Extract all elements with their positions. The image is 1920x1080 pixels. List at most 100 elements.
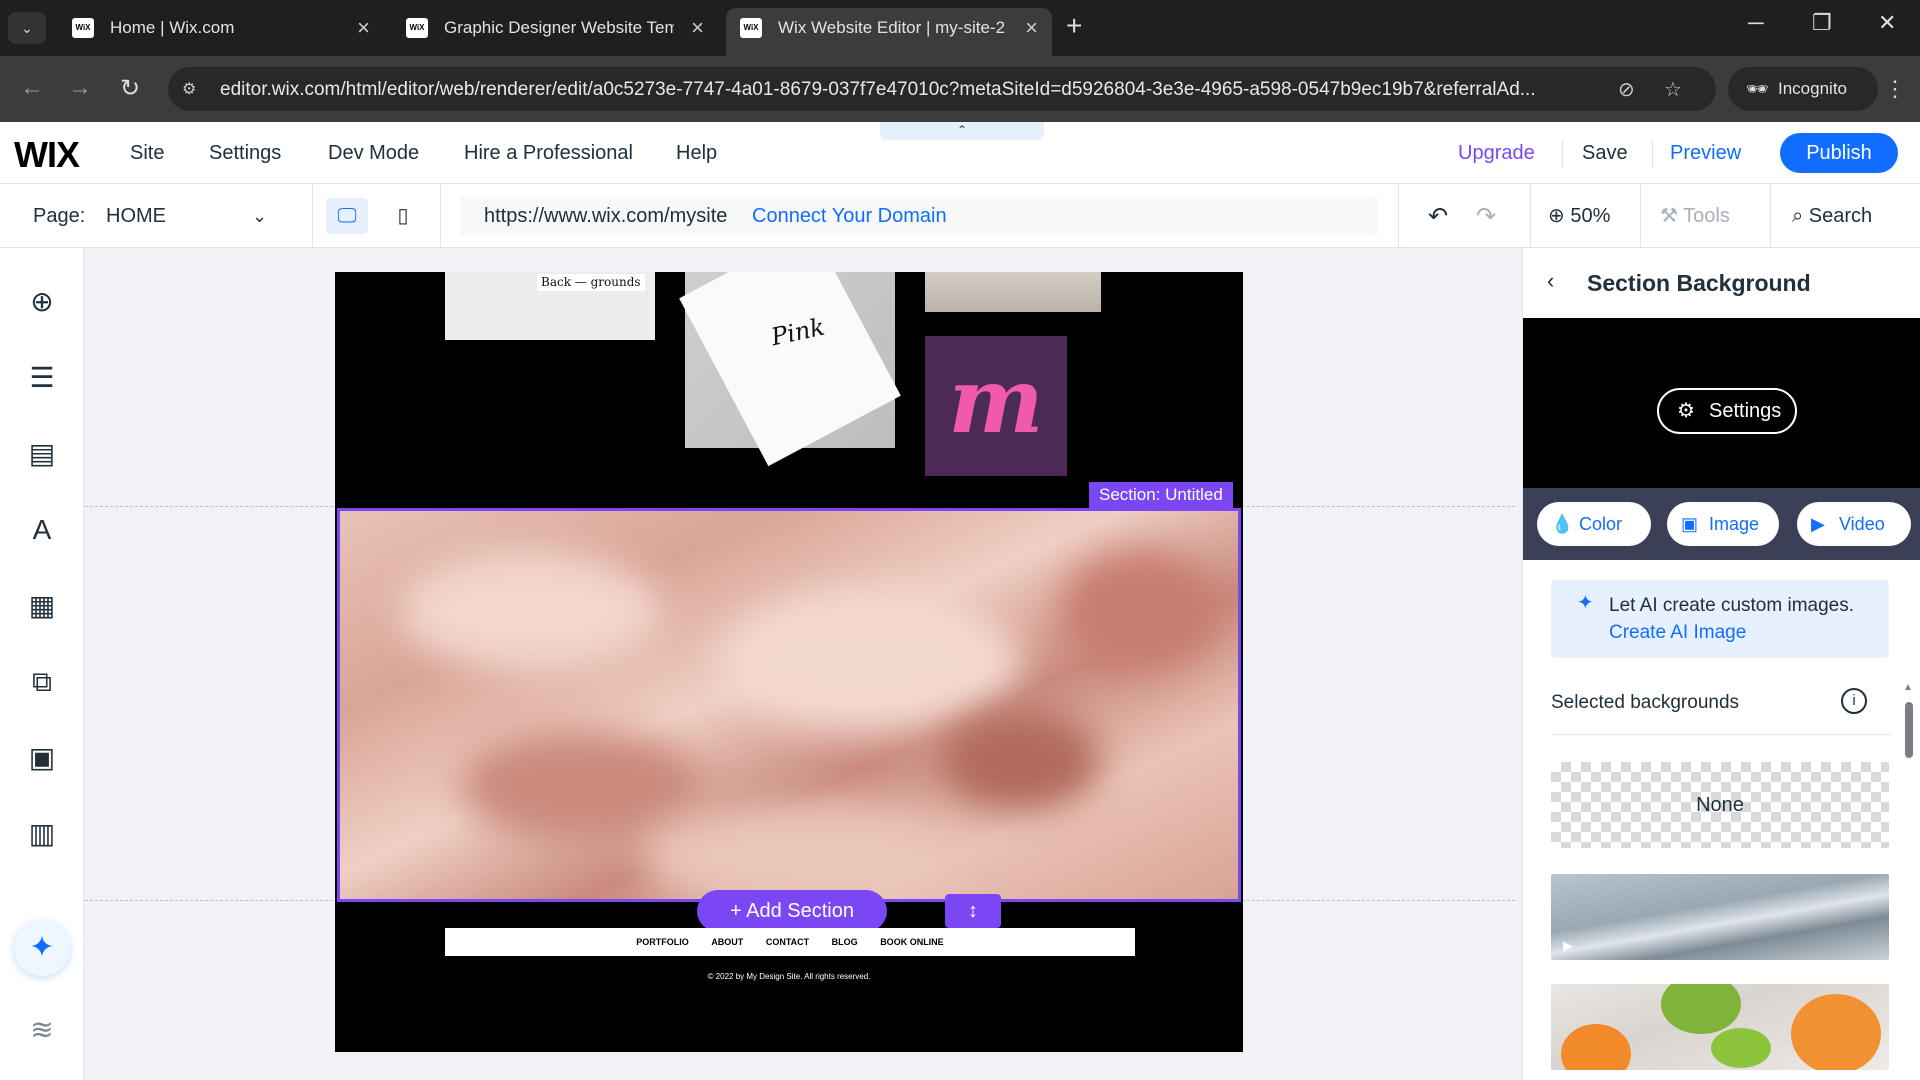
scroll-up-arrow-icon[interactable]: ▲ — [1903, 682, 1913, 693]
omnibox[interactable]: ⚙ editor.wix.com/html/editor/web/rendere… — [168, 67, 1716, 111]
image-button[interactable]: ▣ Image — [1667, 502, 1779, 546]
restore-icon[interactable]: ❐ — [1812, 10, 1832, 36]
back-arrow-icon[interactable]: ← — [20, 74, 44, 102]
divider — [312, 184, 313, 248]
wix-logo[interactable]: WIX — [14, 134, 80, 176]
wix-favicon-icon: WiX — [406, 18, 428, 38]
mobile-view-icon[interactable]: ▯ — [382, 198, 424, 234]
divider — [1562, 140, 1563, 168]
add-section-button[interactable]: + Add Section — [697, 890, 887, 932]
close-window-icon[interactable]: ✕ — [1878, 10, 1896, 36]
tab-search-menu[interactable]: ⌄ — [8, 12, 46, 44]
zoom-control[interactable]: ⊕ 50% — [1548, 184, 1610, 248]
star-icon[interactable]: ☆ — [1664, 77, 1682, 102]
fruit-shape — [1791, 994, 1881, 1070]
close-tab-icon[interactable]: × — [1025, 8, 1038, 48]
design-icon[interactable]: A — [24, 512, 60, 548]
desktop-view-icon[interactable]: 🖵 — [326, 198, 368, 234]
pages-icon[interactable]: ▤ — [24, 436, 60, 472]
layers-icon[interactable]: ≋ — [24, 1012, 60, 1048]
connect-domain-link[interactable]: Connect Your Domain — [752, 196, 947, 236]
footer-link[interactable]: BOOK ONLINE — [880, 937, 944, 947]
site-info-icon[interactable]: ⚙ — [182, 79, 202, 99]
section-label[interactable]: Section: Untitled — [1089, 482, 1233, 508]
background-preview: ⚙ Settings — [1523, 318, 1920, 488]
selected-section[interactable] — [337, 508, 1241, 902]
site-page[interactable]: Back — grounds Pink m Section: Untitled … — [335, 272, 1243, 1052]
menu-dev-mode[interactable]: Dev Mode — [328, 122, 419, 184]
search-button[interactable]: ⌕ Search — [1792, 184, 1872, 248]
page-selector[interactable]: HOME — [106, 184, 166, 248]
tools-button[interactable]: ⚒ Tools — [1660, 184, 1730, 248]
divider — [1398, 184, 1399, 248]
browser-tab-home[interactable]: WiX Home | Wix.com × — [58, 8, 384, 48]
page-label: Page: — [33, 205, 86, 227]
new-tab-icon[interactable]: + — [1066, 10, 1082, 42]
browser-address-bar: ← → ↻ ⚙ editor.wix.com/html/editor/web/r… — [0, 56, 1920, 122]
footer-link[interactable]: PORTFOLIO — [636, 937, 689, 947]
background-swatch-citrus[interactable] — [1551, 984, 1889, 1070]
color-button[interactable]: 💧 Color — [1537, 502, 1651, 546]
gallery-image-backgrounds[interactable]: Back — grounds — [445, 272, 655, 340]
eye-off-icon[interactable]: ⊘ — [1618, 77, 1635, 102]
video-button[interactable]: ▶ Video — [1797, 502, 1911, 546]
footer-link[interactable]: ABOUT — [711, 937, 743, 947]
divider — [1640, 184, 1641, 248]
business-apps-icon[interactable]: ⧉ — [24, 664, 60, 700]
panel-title: Section Background — [1587, 270, 1811, 296]
background-settings-button[interactable]: ⚙ Settings — [1657, 388, 1797, 434]
save-button[interactable]: Save — [1582, 122, 1628, 184]
upgrade-link[interactable]: Upgrade — [1458, 122, 1535, 184]
menu-hire-professional[interactable]: Hire a Professional — [464, 122, 633, 184]
footer-link[interactable]: CONTACT — [766, 937, 809, 947]
browser-tab-templates[interactable]: WiX Graphic Designer Website Temp × — [392, 8, 718, 48]
chevron-down-icon[interactable]: ⌄ — [252, 184, 267, 248]
browser-menu-icon[interactable]: ⋮ — [1884, 76, 1906, 102]
video-label: Video — [1839, 514, 1885, 534]
publish-button[interactable]: Publish — [1780, 133, 1898, 173]
gallery-image-stationery[interactable] — [925, 272, 1101, 312]
editor-canvas[interactable]: Back — grounds Pink m Section: Untitled … — [85, 248, 1515, 1080]
minimize-icon[interactable]: ─ — [1748, 10, 1764, 36]
url-text[interactable]: editor.wix.com/html/editor/web/renderer/… — [220, 79, 1600, 101]
video-icon: ▶ — [1811, 514, 1825, 534]
panel-scrollbar[interactable] — [1905, 702, 1913, 758]
zoom-level: 50% — [1570, 205, 1611, 227]
gallery-image-logo[interactable]: m — [925, 336, 1067, 476]
close-tab-icon[interactable]: × — [357, 8, 370, 48]
gallery-image-pink[interactable]: Pink — [679, 272, 901, 467]
reload-icon[interactable]: ↻ — [120, 74, 140, 103]
apps-icon[interactable]: ▦ — [24, 588, 60, 624]
cms-icon[interactable]: ▥ — [24, 816, 60, 852]
ai-assistant-icon[interactable]: ✦ — [14, 920, 70, 976]
fruit-shape — [1661, 984, 1741, 1034]
close-tab-icon[interactable]: × — [691, 8, 704, 48]
fabric-highlight — [400, 551, 660, 671]
background-swatch-none[interactable]: None — [1551, 762, 1889, 848]
menu-help[interactable]: Help — [676, 122, 717, 184]
forward-arrow-icon[interactable]: → — [68, 74, 92, 102]
menu-settings[interactable]: Settings — [209, 122, 281, 184]
back-chevron-icon[interactable]: ‹ — [1547, 268, 1554, 294]
browser-tab-editor[interactable]: WiX Wix Website Editor | my-site-2 × — [726, 8, 1052, 56]
info-icon[interactable]: i — [1841, 688, 1867, 714]
incognito-label: Incognito — [1778, 79, 1847, 98]
resize-section-icon[interactable]: ↕ — [945, 894, 1001, 928]
add-elements-icon[interactable]: ⊕ — [24, 284, 60, 320]
footer-link[interactable]: BLOG — [832, 937, 858, 947]
fabric-shadow — [1060, 551, 1220, 671]
fabric-highlight — [720, 591, 1020, 731]
video-indicator-icon: ▶ — [1563, 938, 1573, 953]
media-icon[interactable]: ▣ — [24, 740, 60, 776]
undo-icon[interactable]: ↶ — [1428, 202, 1448, 231]
create-ai-image-link[interactable]: Create AI Image — [1609, 622, 1746, 643]
redo-icon[interactable]: ↷ — [1476, 202, 1496, 231]
incognito-icon: 🕶 — [1746, 79, 1769, 99]
menu-site[interactable]: Site — [130, 122, 164, 184]
panel-header: ‹ Section Background — [1523, 248, 1920, 318]
incognito-badge[interactable]: 🕶 Incognito — [1728, 67, 1878, 111]
collapse-toolbar-icon[interactable]: ⌃ — [880, 122, 1044, 140]
preview-button[interactable]: Preview — [1670, 122, 1741, 184]
sections-icon[interactable]: ☰ — [24, 360, 60, 396]
background-swatch-mountain[interactable]: ▶ — [1551, 874, 1889, 960]
